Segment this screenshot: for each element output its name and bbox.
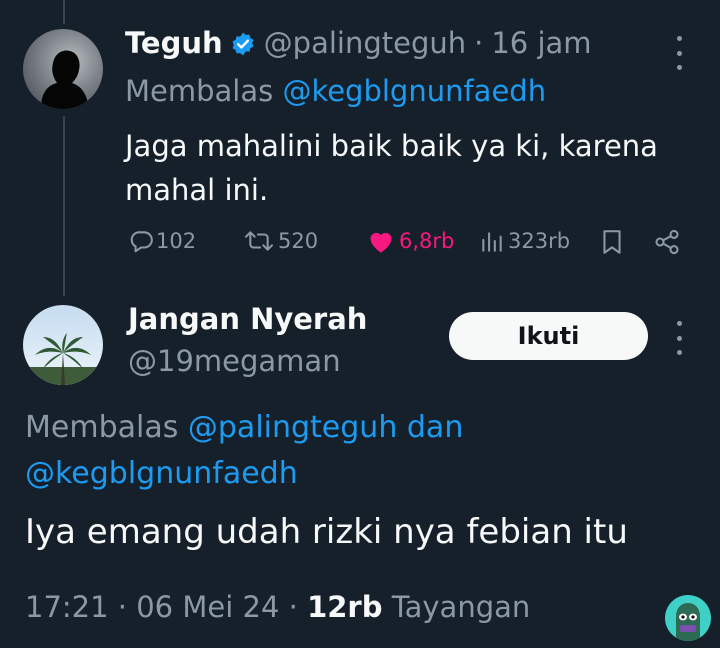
share-icon — [653, 228, 681, 256]
tweet-text: Iya emang udah rizki nya febian itu — [25, 512, 628, 552]
repost-icon — [242, 228, 276, 254]
replying-to-link-2[interactable]: @kegblgnunfaedh — [25, 456, 298, 491]
tweet-thread: Teguh @palingteguh · 16 jam Membalas @ke… — [0, 0, 720, 648]
follow-button[interactable]: Ikuti — [449, 312, 648, 360]
views-button[interactable]: 323rb — [479, 228, 570, 254]
thread-line-top — [63, 0, 65, 24]
replying-prefix: Membalas — [125, 74, 274, 108]
reply-button[interactable]: 102 — [128, 228, 196, 254]
replying-to-link[interactable]: @kegblgnunfaedh — [282, 74, 546, 108]
replying-to-link-1[interactable]: @palingteguh — [188, 410, 397, 445]
views-count: 323rb — [508, 229, 571, 253]
author-name[interactable]: Jangan Nyerah — [128, 302, 367, 336]
views-chart-icon — [479, 228, 505, 254]
avatar-teguh[interactable] — [23, 29, 103, 109]
repost-count: 520 — [278, 229, 319, 253]
thread-line-connector — [63, 116, 65, 296]
tweet-actions: 102 520 6,8rb 323rb — [125, 228, 685, 262]
reply-icon — [128, 228, 154, 254]
author-handle[interactable]: @19megaman — [128, 344, 341, 378]
views-count: 12rb — [307, 590, 383, 624]
replying-prefix: Membalas — [25, 410, 179, 445]
bookmark-icon — [599, 228, 625, 256]
bookmark-button[interactable] — [599, 228, 625, 256]
like-count: 6,8rb — [399, 229, 455, 253]
views-label[interactable]: Tayangan — [392, 590, 531, 624]
reply-count: 102 — [156, 229, 197, 253]
author-handle[interactable]: @palingteguh — [264, 26, 466, 60]
like-button[interactable]: 6,8rb — [367, 228, 454, 254]
tweet-time[interactable]: 16 jam — [491, 26, 591, 60]
avatar-jangan-nyerah[interactable] — [23, 305, 103, 385]
more-options-icon[interactable] — [673, 321, 685, 355]
tweet-time[interactable]: 17:21 — [25, 590, 109, 624]
tweet-meta: 17:21 · 06 Mei 24 · 12rb Tayangan — [25, 590, 530, 624]
like-heart-icon — [367, 228, 395, 254]
tweet-text: Jaga mahalini baik baik ya ki, karena ma… — [125, 129, 658, 207]
verified-badge-icon — [230, 30, 256, 56]
meta-separator: · — [117, 590, 128, 624]
tweet-date[interactable]: 06 Mei 24 — [136, 590, 279, 624]
replying-joiner: dan — [406, 410, 464, 445]
meta-separator: · — [288, 590, 298, 624]
share-button[interactable] — [653, 228, 681, 256]
parent-tweet-header: Teguh @palingteguh · 16 jam — [125, 26, 592, 60]
replying-to-line: Membalas @kegblgnunfaedh — [125, 74, 546, 108]
repost-button[interactable]: 520 — [242, 228, 318, 254]
header-separator: · — [474, 26, 484, 60]
more-options-icon[interactable] — [673, 36, 685, 70]
author-name[interactable]: Teguh — [125, 26, 223, 60]
floating-bot-avatar-icon[interactable] — [665, 595, 711, 641]
replying-to-line: Membalas @palingteguh dan @kegblgnunfaed… — [25, 405, 625, 497]
